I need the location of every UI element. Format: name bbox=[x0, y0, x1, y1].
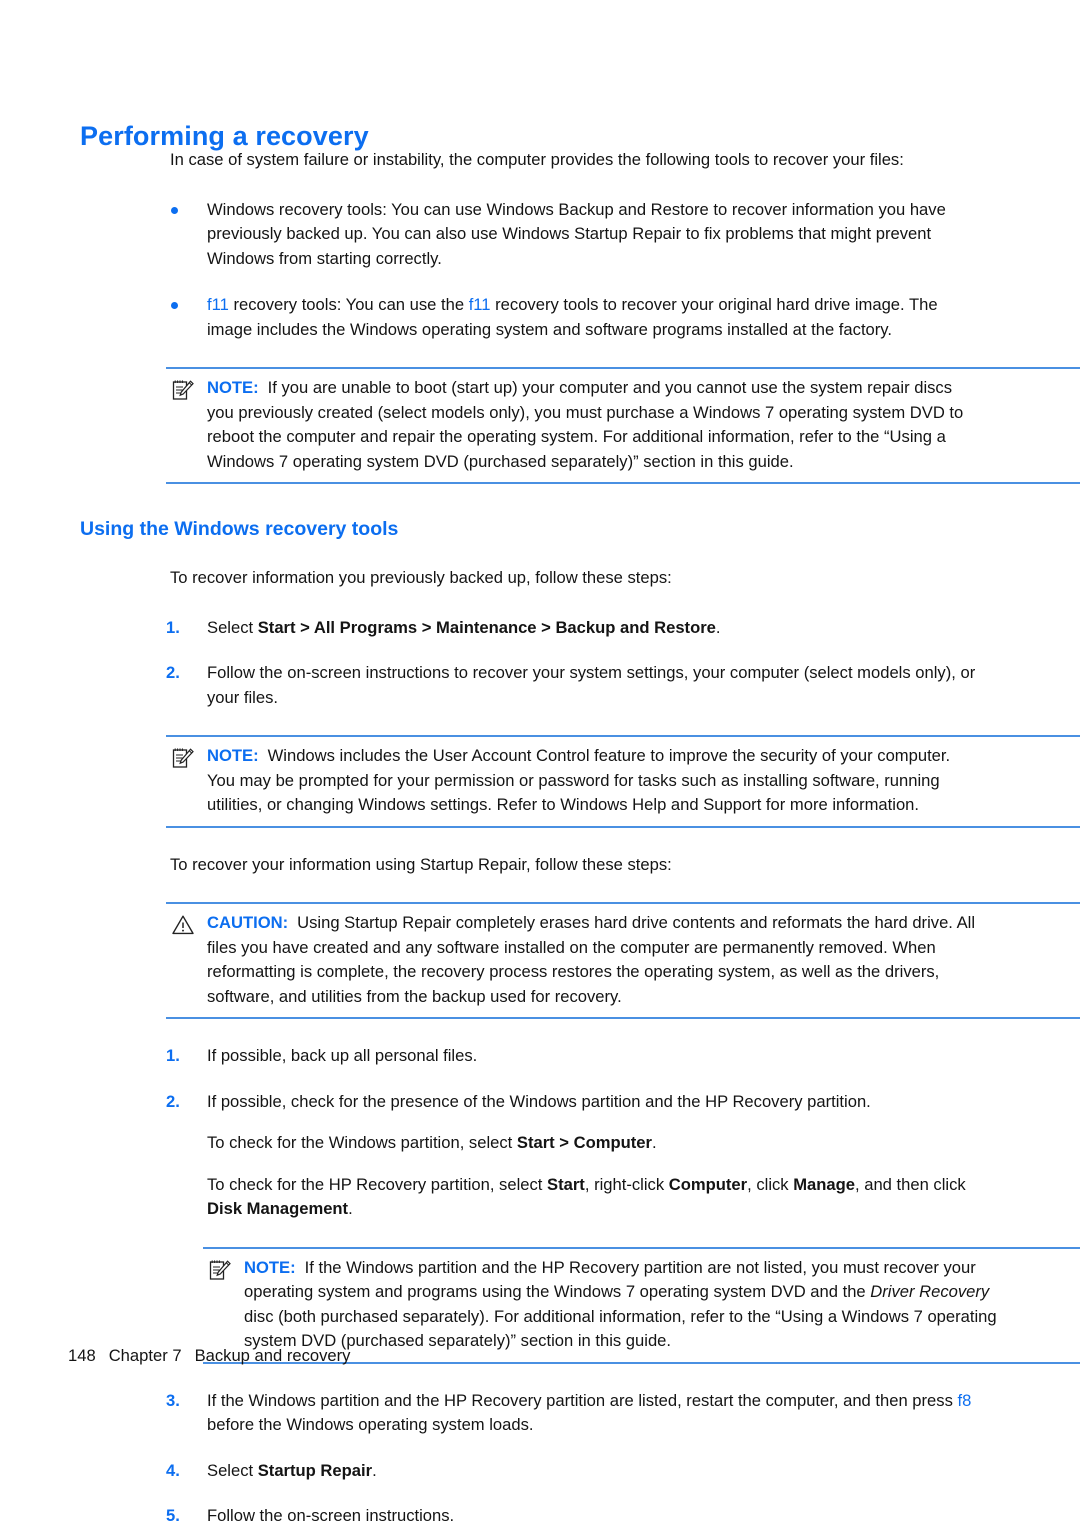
step-text: Follow the on-screen instructions. bbox=[207, 1506, 455, 1525]
check-hp-bold-manage: Manage bbox=[793, 1174, 855, 1194]
note-label: NOTE: bbox=[207, 378, 259, 397]
check-hp-bold-disk-management: Disk Management bbox=[207, 1199, 349, 1218]
note-pad-pencil-icon bbox=[171, 746, 195, 770]
check-hp-mid1: , right-click bbox=[584, 1174, 669, 1194]
check-windows-bold: Start > Computer bbox=[516, 1133, 652, 1152]
list-item: 1. If possible, back up all personal fil… bbox=[0, 1044, 1080, 1069]
recovery-tools-bullet-list: Windows recovery tools: You can use Wind… bbox=[0, 198, 1080, 343]
key-f11-inline: f11 bbox=[468, 295, 491, 314]
note-text-part2: disc (both purchased separately). For ad… bbox=[244, 1306, 997, 1351]
document-page: Performing a recovery In case of system … bbox=[0, 0, 1080, 1525]
check-hp-partition-text: To check for the HP Recovery partition, … bbox=[0, 1173, 1080, 1222]
bullet-text: Windows recovery tools: You can use Wind… bbox=[207, 199, 946, 268]
step-number: 4. bbox=[166, 1460, 180, 1480]
step-text-part1: If the Windows partition and the HP Reco… bbox=[207, 1390, 958, 1410]
note-text-italic: Driver Recovery bbox=[870, 1282, 990, 1301]
list-item: 2. If possible, check for the presence o… bbox=[0, 1090, 1080, 1115]
step-text-prefix: Select bbox=[207, 1460, 258, 1480]
caution-box: CAUTION: Using Startup Repair completely … bbox=[166, 902, 1080, 1019]
list-item: 1. Select Start > All Programs > Mainten… bbox=[0, 616, 1080, 641]
section-heading-wrap: Using the Windows recovery tools bbox=[0, 518, 1080, 541]
check-windows-prefix: To check for the Windows partition, sele… bbox=[207, 1133, 517, 1152]
note-pad-pencil-icon bbox=[208, 1258, 232, 1282]
note-label: NOTE: bbox=[207, 746, 259, 765]
step-number: 2. bbox=[166, 663, 180, 682]
step-text: Follow the on-screen instructions to rec… bbox=[207, 663, 976, 707]
startup-repair-intro: To recover your information using Startu… bbox=[170, 854, 672, 874]
step-text-suffix: . bbox=[715, 617, 721, 637]
intro-paragraph: In case of system failure or instability… bbox=[170, 150, 904, 169]
key-f11: f11 bbox=[207, 295, 229, 314]
check-hp-bold-start: Start bbox=[547, 1174, 585, 1194]
key-f8: f8 bbox=[957, 1390, 972, 1410]
check-hp-mid3: , and then click bbox=[855, 1174, 966, 1194]
note-text-part1: If the Windows partition and the HP Reco… bbox=[244, 1257, 976, 1302]
step-text-bold: Start > All Programs > Maintenance > Bac… bbox=[257, 617, 716, 637]
note-text: If you are unable to boot (start up) you… bbox=[207, 378, 964, 471]
list-item: 2. Follow the on-screen instructions to … bbox=[0, 661, 1080, 710]
step-text-suffix: . bbox=[372, 1460, 377, 1480]
page-content: In case of system failure or instability… bbox=[0, 148, 1080, 1529]
list-item: 3. If the Windows partition and the HP R… bbox=[0, 1389, 1080, 1438]
bullet-dot-icon bbox=[171, 302, 178, 309]
list-item: Windows recovery tools: You can use Wind… bbox=[0, 198, 1080, 272]
check-hp-mid2: , click bbox=[747, 1174, 794, 1194]
check-hp-prefix: To check for the HP Recovery partition, … bbox=[207, 1174, 548, 1194]
section-intro: To recover information you previously ba… bbox=[170, 568, 672, 587]
windows-recovery-steps: 1. Select Start > All Programs > Mainten… bbox=[0, 616, 1080, 711]
page-footer: 148 Chapter 7 Backup and recovery bbox=[68, 1346, 350, 1366]
step-text: If possible, check for the presence of t… bbox=[207, 1091, 871, 1111]
section-title: Using the Windows recovery tools bbox=[80, 518, 399, 540]
startup-repair-steps-part1: 1. If possible, back up all personal fil… bbox=[0, 1044, 1080, 1114]
bullet-dot-icon bbox=[171, 206, 178, 214]
step-number: 1. bbox=[166, 617, 180, 637]
note-box-1: NOTE: If you are unable to boot (start up… bbox=[166, 367, 1080, 484]
warning-triangle-icon bbox=[171, 913, 195, 937]
footer-title: Backup and recovery bbox=[194, 1346, 351, 1365]
note-box-2: NOTE: Windows includes the User Account C… bbox=[166, 735, 1080, 828]
note-pad-pencil-icon bbox=[171, 378, 195, 402]
list-item: f11 recovery tools: You can use the f11 … bbox=[0, 293, 1080, 342]
footer-chapter: Chapter 7 bbox=[108, 1346, 182, 1365]
check-hp-suffix: . bbox=[348, 1199, 353, 1218]
check-windows-suffix: . bbox=[651, 1133, 657, 1152]
caution-text: Using Startup Repair completely erases h… bbox=[207, 913, 976, 1006]
step-text: If possible, back up all personal files. bbox=[207, 1046, 478, 1065]
note-text: Windows includes the User Account Contro… bbox=[207, 746, 951, 814]
check-hp-bold-computer: Computer bbox=[668, 1174, 748, 1194]
step-text-prefix: Select bbox=[207, 617, 258, 637]
list-item: 4. Select Startup Repair. bbox=[0, 1459, 1080, 1484]
bullet-text-part1: recovery tools: You can use the bbox=[228, 295, 469, 314]
list-item: 5. Follow the on-screen instructions. bbox=[0, 1504, 1080, 1529]
footer-page-number: 148 bbox=[68, 1346, 96, 1365]
caution-label: CAUTION: bbox=[207, 913, 289, 932]
note-label: NOTE: bbox=[244, 1257, 296, 1277]
step-number: 3. bbox=[166, 1390, 180, 1410]
startup-repair-steps-part2: 3. If the Windows partition and the HP R… bbox=[0, 1389, 1080, 1529]
step-number: 1. bbox=[166, 1046, 180, 1065]
step-number: 2. bbox=[166, 1091, 180, 1111]
step-text-part2: before the Windows operating system load… bbox=[207, 1415, 534, 1434]
check-windows-partition-text: To check for the Windows partition, sele… bbox=[0, 1131, 1080, 1156]
step-number: 5. bbox=[166, 1506, 180, 1525]
step-text-bold: Startup Repair bbox=[257, 1460, 373, 1480]
